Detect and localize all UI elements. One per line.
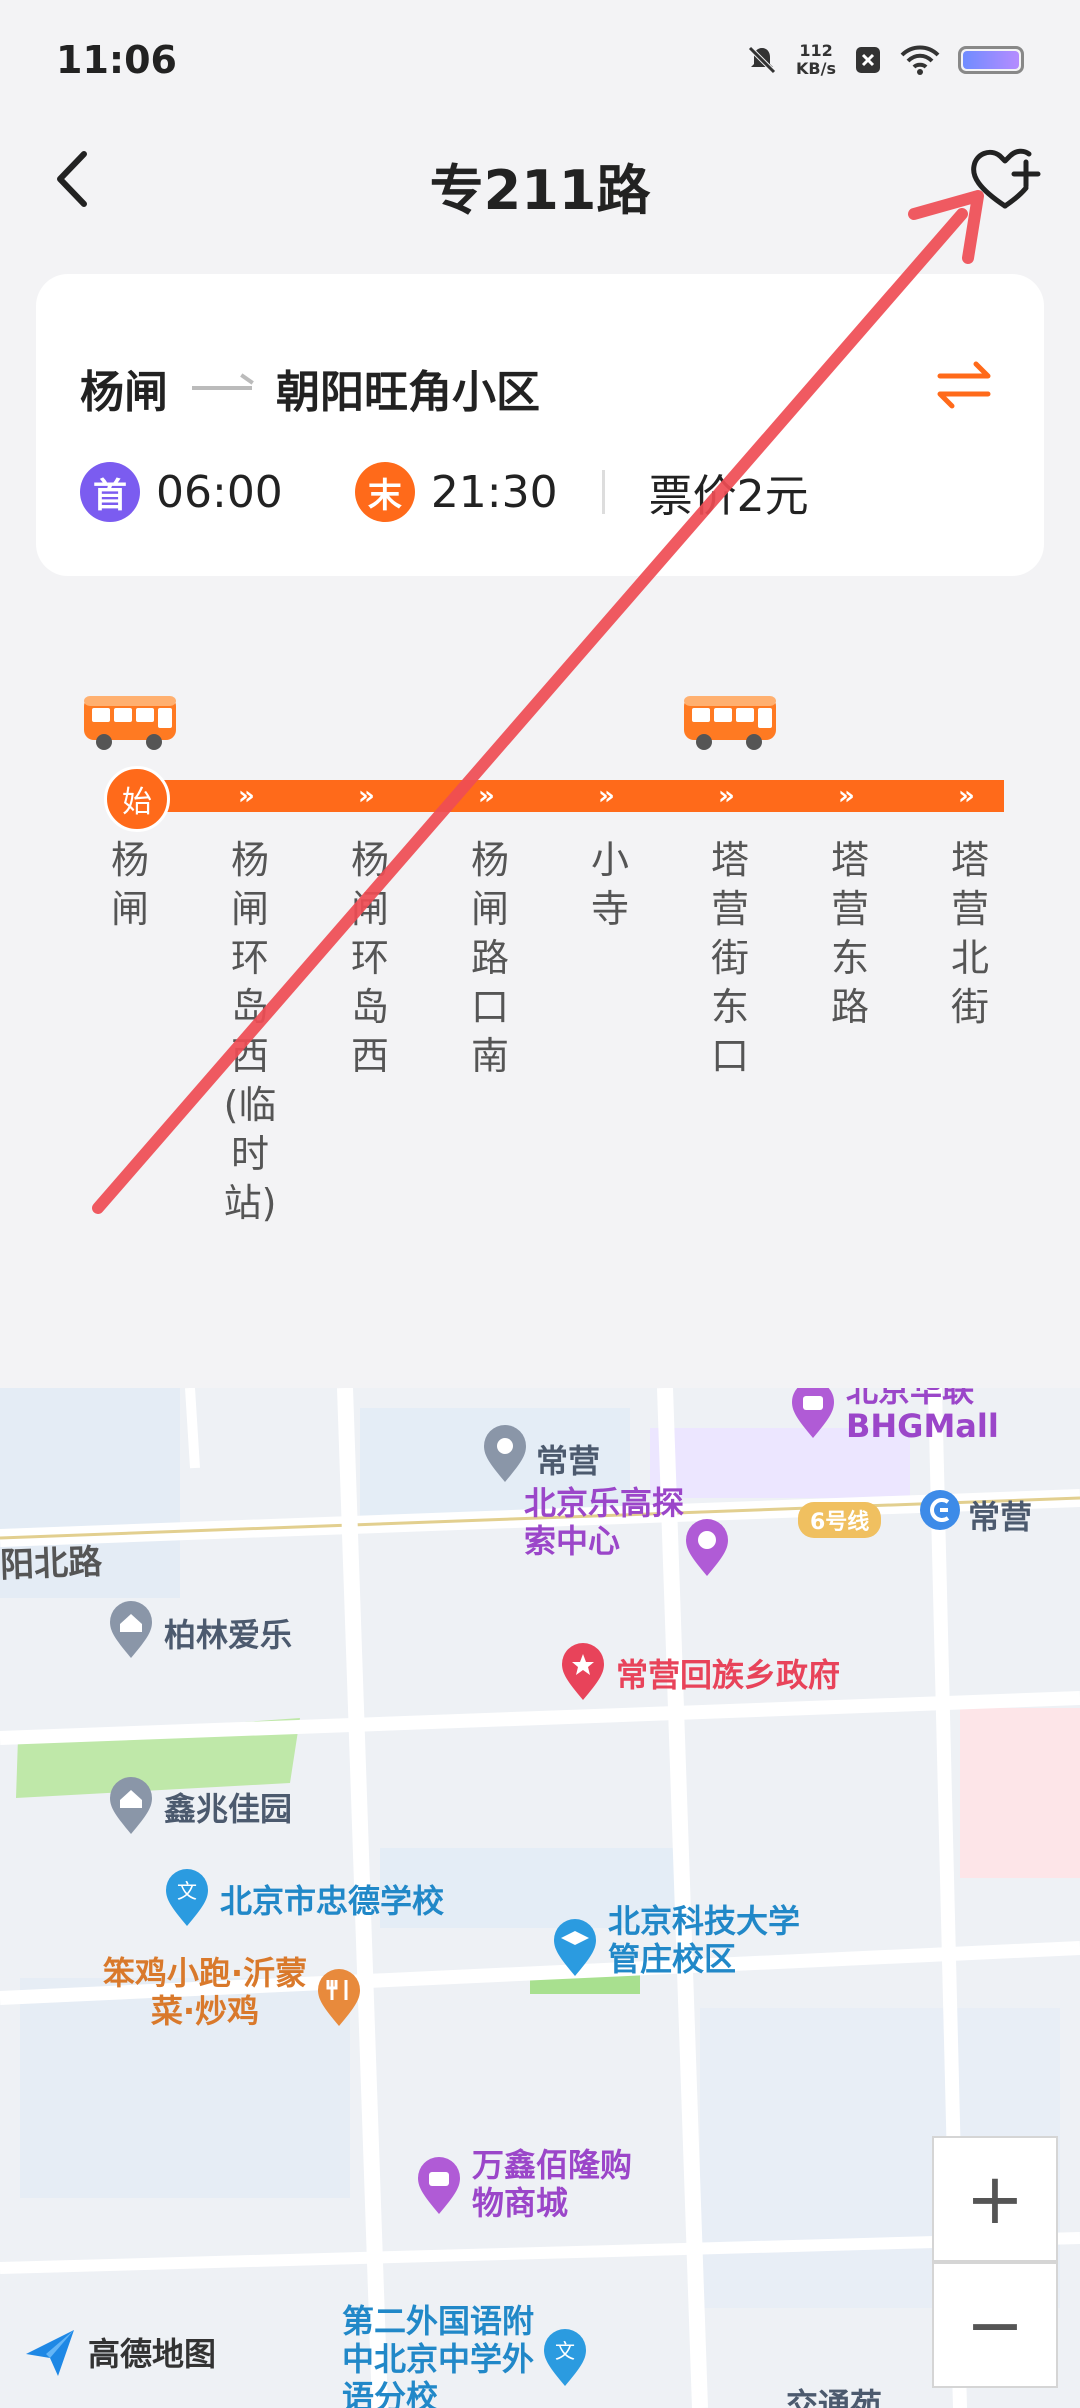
page-title: 专211路 (429, 159, 651, 222)
chevron-icon: » (478, 781, 495, 811)
map-label[interactable]: 北京市忠德学校 (220, 1876, 444, 1922)
stop-label[interactable]: 杨闸路口南 (460, 836, 520, 1081)
fare: 票价2元 (648, 471, 809, 522)
map-label[interactable]: 万鑫佰隆购物商城 (472, 2146, 632, 2222)
stop-label[interactable]: 杨闸 (100, 836, 160, 934)
map-label[interactable]: 笨鸡小跑·沂蒙菜·炒鸡 (100, 1954, 310, 2030)
school-marker-icon[interactable]: 文 (162, 1868, 212, 1928)
amap-logo: 高德地图 (22, 2324, 216, 2380)
landmark-marker-icon[interactable] (682, 1518, 732, 1578)
chevron-icon: » (838, 781, 855, 811)
header: 专211路 (0, 124, 1080, 234)
map-view[interactable]: 常营 北京华联BHGMall 6号线 常营 阳北路 北京乐高探索中心 柏林爱乐 … (0, 1388, 1080, 2408)
amap-logo-icon (26, 2330, 74, 2376)
divider (601, 470, 605, 514)
shopping-bag-icon[interactable] (414, 2156, 464, 2216)
stop-label[interactable]: 杨闸环岛西 (340, 836, 400, 1081)
map-label[interactable]: 常营 (968, 1492, 1032, 1538)
map-label[interactable]: 交通苑 (786, 2380, 882, 2408)
swap-direction-icon[interactable] (934, 358, 994, 412)
first-bus-badge: 首 (80, 462, 140, 522)
map-label[interactable]: 鑫兆佳园 (164, 1784, 292, 1830)
chevron-icon: » (718, 781, 735, 811)
status-icons: 112 KB/s (746, 42, 1024, 78)
direction-arrow-icon (192, 386, 252, 390)
sim-off-icon (856, 47, 880, 73)
route-direction: 杨闸 朝阳旺角小区 (80, 356, 540, 420)
last-bus-badge: 末 (354, 462, 415, 522)
school-marker-icon[interactable]: 文 (540, 2328, 590, 2388)
chevron-icon: » (238, 781, 255, 811)
poi-marker-icon[interactable] (480, 1424, 530, 1484)
map-label[interactable]: 柏林爱乐 (164, 1610, 292, 1656)
mute-icon (748, 46, 776, 74)
svg-text:文: 文 (177, 1879, 197, 1903)
destination-stop: 朝阳旺角小区 (276, 367, 540, 418)
start-badge: 始 (104, 766, 170, 832)
map-label[interactable]: 常营回族乡政府 (616, 1650, 840, 1696)
zoom-out-button[interactable]: − (932, 2262, 1058, 2388)
government-marker-icon[interactable] (558, 1642, 608, 1702)
route-line-diagram: » » » » » » » 始 杨闸 杨闸环岛西(临时站) 杨闸环岛西 杨闸路口… (0, 690, 1080, 1340)
residential-marker-icon[interactable] (106, 1776, 156, 1836)
map-label[interactable]: 北京华联BHGMall (846, 1388, 1036, 1444)
subway-station-icon[interactable] (918, 1488, 962, 1532)
stop-label[interactable]: 塔营北街 (940, 836, 1000, 1032)
wifi-icon (900, 45, 940, 75)
stop-label[interactable]: 杨闸环岛西(临时站) (220, 836, 280, 1228)
favorite-add-icon[interactable] (966, 140, 1044, 218)
clock: 11:06 (56, 38, 177, 82)
bus-icon[interactable] (682, 690, 782, 754)
chevron-icon: » (358, 781, 375, 811)
map-label[interactable]: 第二外国语附中北京中学外语分校 (342, 2302, 542, 2408)
zoom-in-button[interactable]: + (932, 2136, 1058, 2262)
stop-label[interactable]: 小寺 (580, 836, 640, 934)
last-bus-time: 21:30 (430, 466, 558, 518)
map-label[interactable]: 北京科技大学管庄校区 (608, 1902, 808, 1978)
service-times: 首 06:00 末 21:30 票价2元 (80, 460, 809, 524)
stop-label[interactable]: 塔营东路 (820, 836, 880, 1032)
network-speed: 112 KB/s (796, 41, 836, 78)
first-bus-time: 06:00 (156, 466, 283, 518)
battery-icon (958, 46, 1024, 74)
route-info-card: 杨闸 朝阳旺角小区 首 06:00 末 21:30 票价2元 (36, 274, 1044, 576)
status-bar: 11:06 112 KB/s (0, 0, 1080, 124)
shopping-bag-icon[interactable] (788, 1388, 838, 1440)
map-label[interactable]: 北京乐高探索中心 (524, 1484, 684, 1560)
origin-stop: 杨闸 (80, 367, 168, 418)
restaurant-marker-icon[interactable] (314, 1968, 364, 2028)
university-marker-icon[interactable] (550, 1918, 600, 1978)
subway-line-badge: 6号线 (798, 1502, 882, 1538)
bus-icon[interactable] (82, 690, 182, 754)
residential-marker-icon[interactable] (106, 1600, 156, 1660)
chevron-icon: » (958, 781, 975, 811)
chevron-icon: » (598, 781, 615, 811)
svg-text:文: 文 (555, 2339, 575, 2363)
map-label[interactable]: 常营 (536, 1436, 600, 1482)
road-label: 阳北路 (0, 1542, 103, 1586)
stop-label[interactable]: 塔营街东口 (700, 836, 760, 1081)
